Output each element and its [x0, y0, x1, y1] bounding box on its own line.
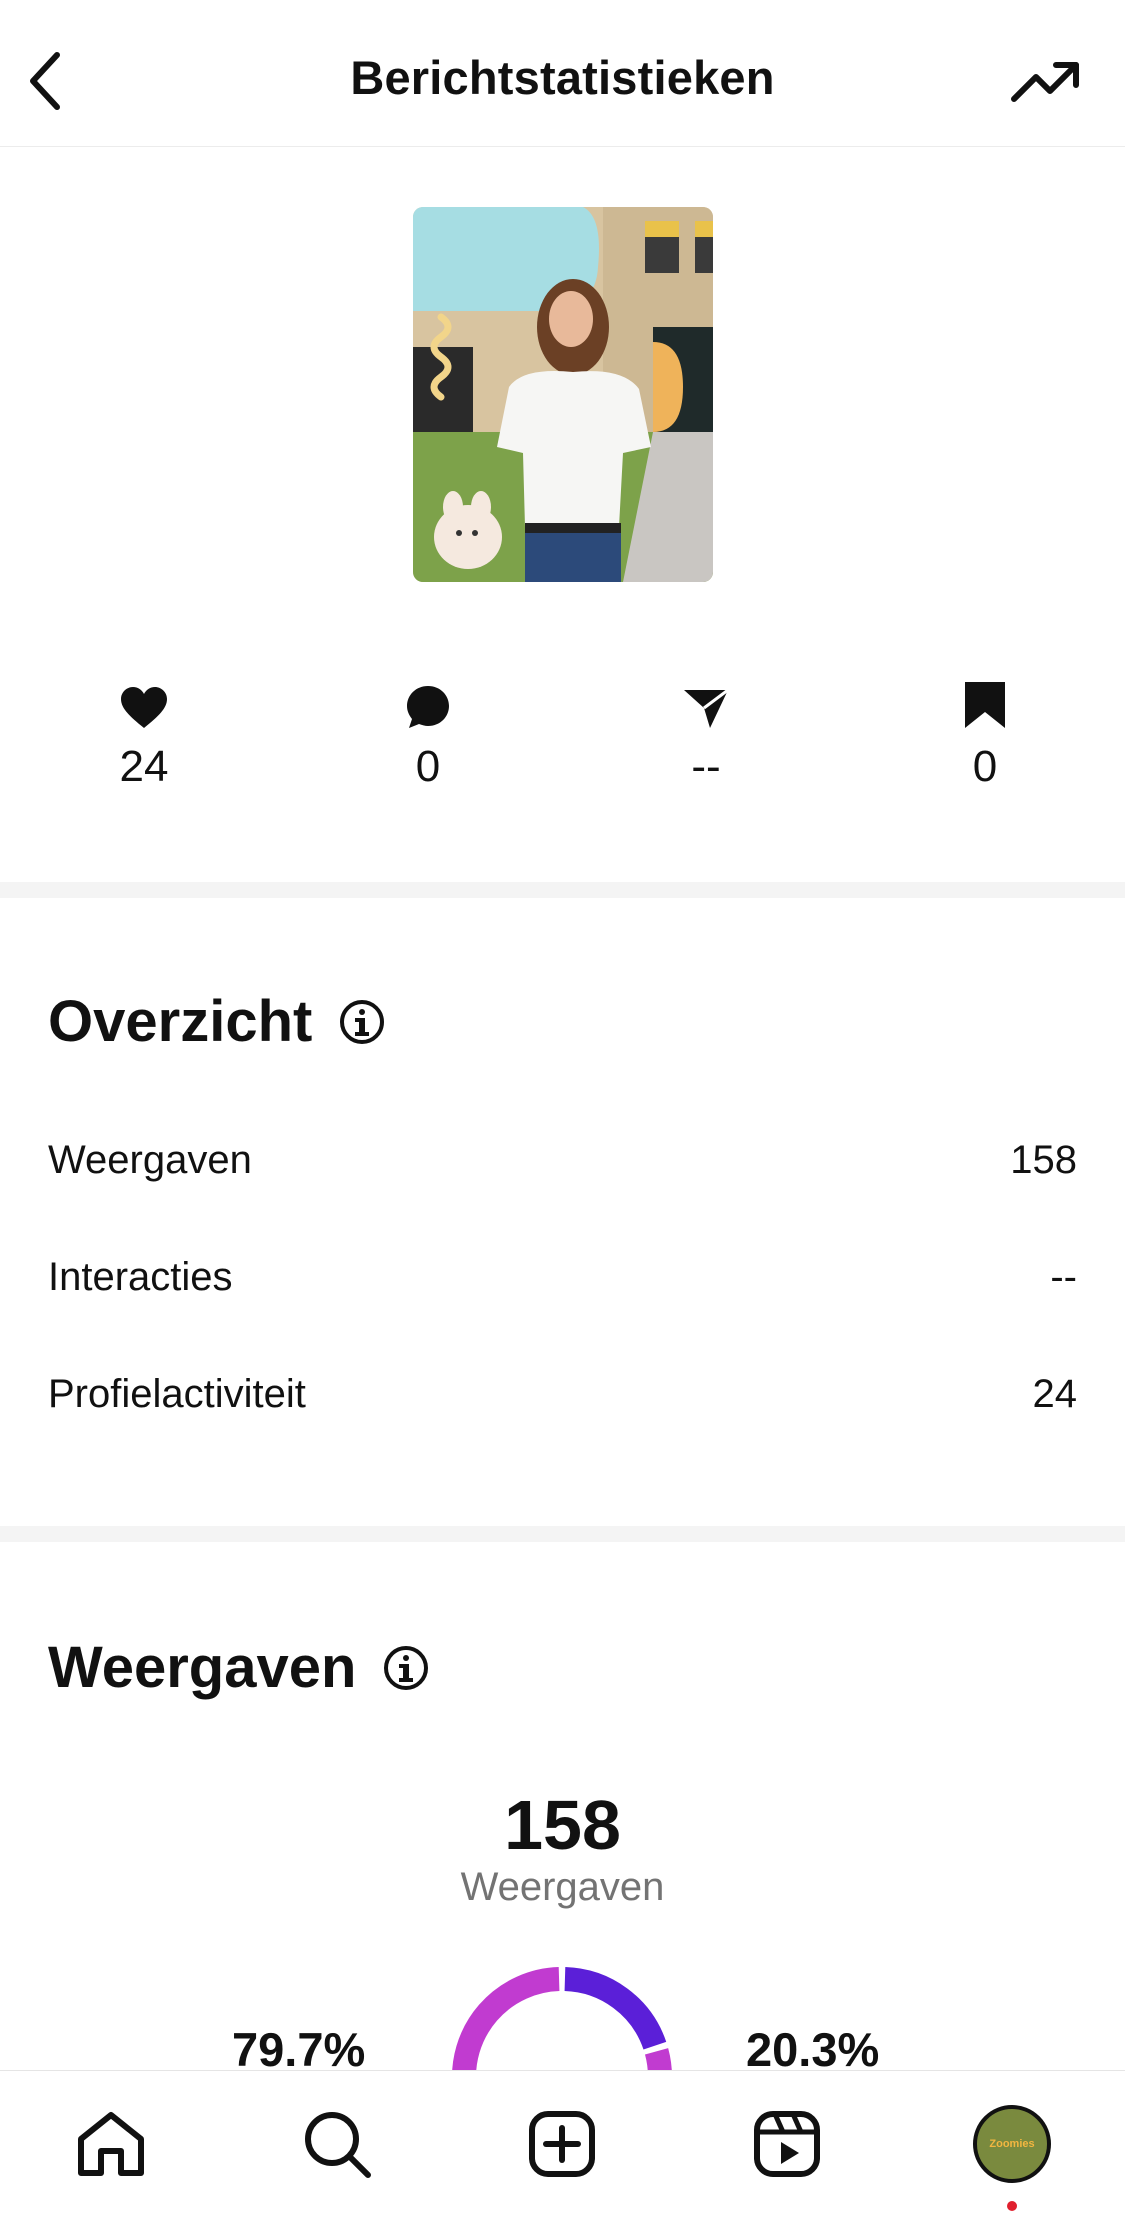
info-icon[interactable] — [382, 1644, 430, 1692]
comment-icon — [407, 686, 449, 728]
views-title: Weergaven — [48, 1634, 430, 1701]
views-total-label: Weergaven — [460, 1865, 665, 1909]
bottom-nav: Zoomies — [0, 2070, 1125, 2236]
overview-row-interactions[interactable]: Interacties -- — [48, 1247, 1077, 1307]
home-icon — [78, 2112, 144, 2176]
row-label: Interacties — [48, 1254, 233, 1299]
views-title-text: Weergaven — [48, 1635, 357, 1700]
likes-count: 24 — [119, 742, 169, 791]
row-label: Profielactiviteit — [48, 1371, 306, 1416]
views-left-percent: 79.7% — [232, 2023, 366, 2076]
post-insights-screen: Berichtstatistieken 24 0 -- 0 Overzicht … — [0, 0, 1125, 2236]
comments-count: 0 — [415, 742, 441, 791]
header: Berichtstatistieken — [0, 0, 1125, 147]
views-right-percent: 20.3% — [746, 2023, 880, 2076]
heart-icon — [121, 687, 167, 728]
section-divider — [0, 1526, 1125, 1542]
reels-icon — [754, 2111, 820, 2177]
overview-title: Overzicht — [48, 988, 386, 1055]
row-value: 24 — [1032, 1371, 1078, 1416]
nav-home[interactable] — [66, 2099, 156, 2189]
profile-avatar: Zoomies — [973, 2105, 1051, 2183]
overview-title-text: Overzicht — [48, 989, 313, 1054]
notification-dot — [1007, 2201, 1017, 2211]
overview-row-profile-activity[interactable]: Profielactiviteit 24 — [48, 1364, 1077, 1424]
section-divider — [0, 882, 1125, 898]
trends-button[interactable] — [1007, 52, 1085, 112]
nav-profile[interactable]: Zoomies — [967, 2099, 1057, 2189]
shares-count: -- — [691, 742, 721, 791]
share-icon — [684, 688, 729, 728]
views-total: 158 — [504, 1786, 621, 1864]
nav-create[interactable] — [517, 2099, 607, 2189]
overview-row-views[interactable]: Weergaven 158 — [48, 1130, 1077, 1190]
search-icon — [305, 2112, 371, 2178]
nav-search[interactable] — [292, 2099, 382, 2189]
saves-count: 0 — [972, 742, 998, 791]
likes-stat: 24 — [44, 680, 244, 792]
row-value: 158 — [1010, 1137, 1077, 1182]
donut-segment-2 — [564, 1967, 667, 2050]
saves-stat: 0 — [885, 680, 1085, 792]
engagement-stats: 24 0 -- 0 — [0, 680, 1125, 800]
row-value: -- — [1050, 1254, 1077, 1299]
info-icon[interactable] — [338, 998, 386, 1046]
post-thumbnail[interactable] — [413, 207, 713, 582]
avatar-text: Zoomies — [989, 2138, 1035, 2150]
page-title: Berichtstatistieken — [350, 51, 775, 104]
bookmark-icon — [965, 682, 1005, 728]
row-label: Weergaven — [48, 1137, 252, 1182]
comments-stat: 0 — [328, 680, 528, 792]
create-icon — [529, 2111, 595, 2177]
trending-up-icon — [1011, 62, 1079, 102]
nav-reels[interactable] — [742, 2099, 832, 2189]
shares-stat: -- — [606, 680, 806, 792]
